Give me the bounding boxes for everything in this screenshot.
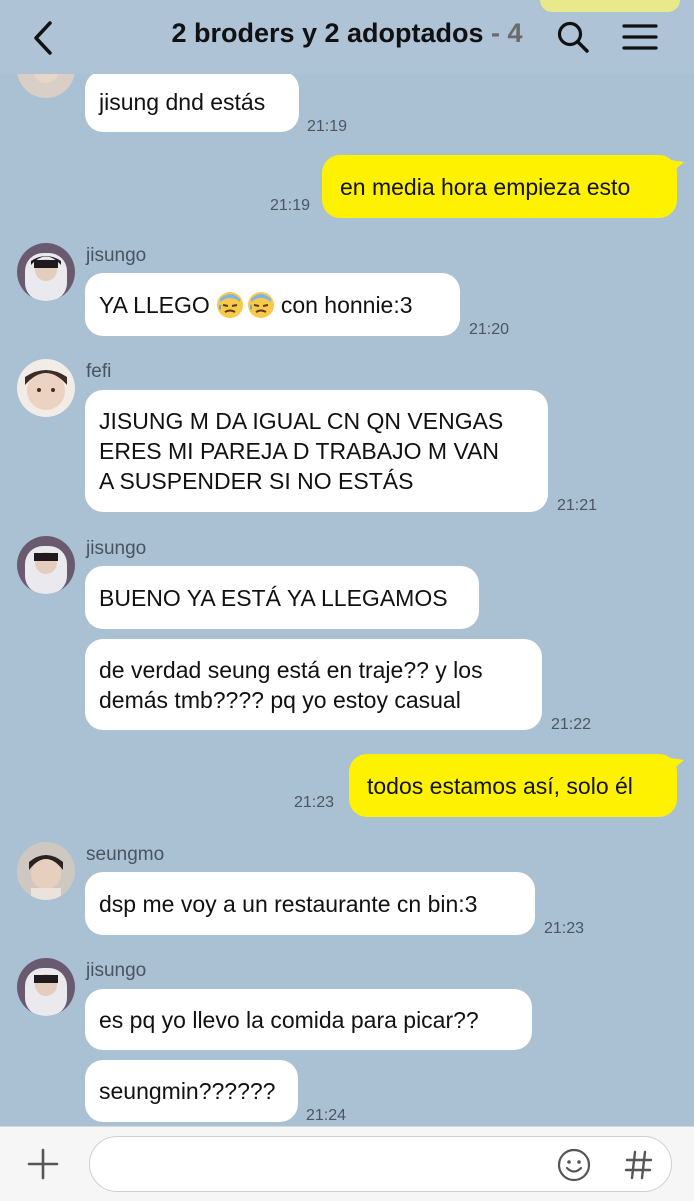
scrolled-bubble-peek	[540, 0, 680, 12]
message-time: 21:21	[557, 497, 598, 514]
message-bubble[interactable]: es pq yo llevo la comida para picar??	[85, 989, 532, 1050]
plus-icon[interactable]	[26, 1147, 60, 1186]
message-line: demás tmb???? pq yo estoy casual	[99, 687, 461, 713]
sender-name: jisungo	[86, 960, 147, 981]
message-time: 21:20	[469, 321, 510, 338]
avatar-jisungo[interactable]	[17, 243, 75, 301]
message-bubble-own[interactable]: todos estamos así, solo él	[349, 754, 677, 817]
message-time: 21:19	[307, 118, 348, 135]
emoji-icon[interactable]	[556, 1147, 592, 1188]
message-text: en media hora empieza esto	[340, 173, 631, 200]
member-count: - 4	[491, 18, 523, 48]
message-bubble[interactable]: YA LLEGO con honnie:3	[85, 273, 460, 336]
menu-icon[interactable]	[622, 22, 658, 57]
message-text: seungmin??????	[99, 1078, 276, 1104]
hashtag-icon[interactable]	[624, 1149, 654, 1186]
message-bubble[interactable]: de verdad seung está en traje?? y los de…	[85, 639, 542, 730]
sweat-emoji-icon	[216, 291, 275, 319]
message-text: jisung dnd estás	[99, 88, 266, 115]
bubble-tail	[670, 758, 684, 772]
message-time: 21:24	[306, 1107, 347, 1124]
chat-message-area[interactable]: seungmo jisung dnd estás 21:19 en media …	[0, 0, 694, 1124]
message-input[interactable]	[89, 1136, 672, 1192]
message-bubble[interactable]: seungmin??????	[85, 1060, 298, 1122]
message-line: de verdad seung está en traje?? y los	[99, 657, 483, 683]
message-bubble[interactable]: jisung dnd estás	[85, 71, 299, 132]
message-bubble[interactable]: JISUNG M DA IGUAL CN QN VENGAS ERES MI P…	[85, 390, 548, 512]
message-line: JISUNG M DA IGUAL CN QN VENGAS	[99, 408, 504, 434]
chat-title-text: 2 broders y 2 adoptados	[171, 18, 484, 48]
message-time: 21:22	[551, 716, 592, 733]
message-text: dsp me voy a un restaurante cn bin:3	[99, 890, 478, 917]
message-time: 21:23	[294, 794, 335, 811]
message-time: 21:19	[270, 197, 311, 214]
bubble-tail	[670, 160, 684, 174]
sender-name: seungmo	[86, 844, 165, 865]
sender-name: jisungo	[86, 538, 147, 559]
message-text: YA LLEGO	[99, 291, 210, 318]
sender-name: jisungo	[86, 245, 147, 266]
message-line: ERES MI PAREJA D TRABAJO M VAN	[99, 438, 500, 464]
message-bubble[interactable]: dsp me voy a un restaurante cn bin:3	[85, 872, 535, 935]
sender-name: fefi	[86, 361, 112, 382]
avatar-jisungo[interactable]	[17, 536, 75, 594]
message-line: A SUSPENDER SI NO ESTÁS	[99, 468, 414, 494]
message-bubble-own[interactable]: en media hora empieza esto	[322, 155, 677, 218]
message-text: es pq yo llevo la comida para picar??	[99, 1006, 479, 1033]
message-text: todos estamos así, solo él	[367, 772, 633, 799]
message-bubble[interactable]: BUENO YA ESTÁ YA LLEGAMOS	[85, 566, 479, 629]
chat-header: 2 broders y 2 adoptados - 4	[0, 0, 694, 74]
message-composer	[0, 1126, 694, 1201]
search-icon[interactable]	[556, 20, 590, 59]
message-text-after: con honnie:3	[280, 291, 413, 318]
avatar-jisungo[interactable]	[17, 958, 75, 1016]
avatar-fefi[interactable]	[17, 359, 75, 417]
message-text: BUENO YA ESTÁ YA LLEGAMOS	[99, 584, 448, 611]
message-time: 21:23	[544, 920, 585, 937]
avatar-seungmo[interactable]	[17, 842, 75, 900]
